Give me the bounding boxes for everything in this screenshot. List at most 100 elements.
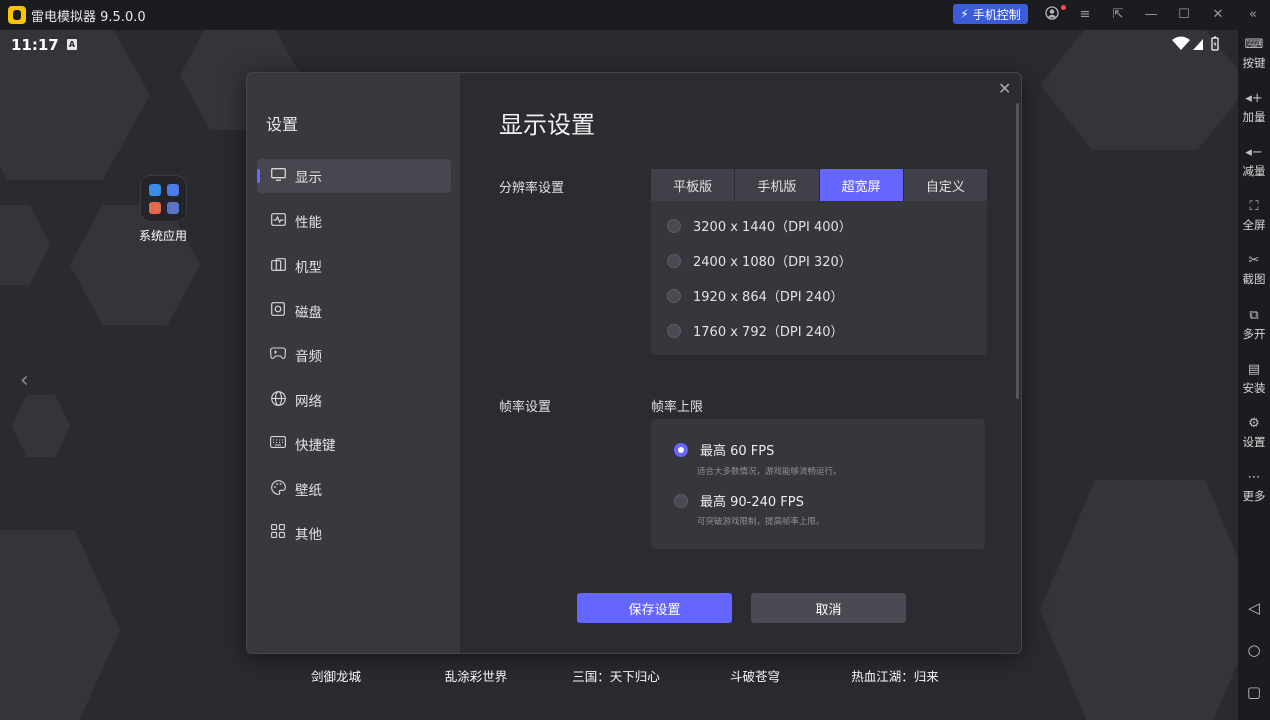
radio-button[interactable] — [667, 323, 681, 338]
fps-option-60[interactable]: 最高 60 FPS — [674, 440, 774, 459]
tab-ultrawide[interactable]: 超宽屏 — [819, 169, 904, 201]
keyboard-icon — [269, 436, 287, 452]
app-title: 雷电模拟器 9.5.0.0 — [31, 10, 146, 25]
nav-item-other[interactable]: 其他 — [257, 516, 451, 550]
install-apk-button[interactable]: ▤ 安装 — [1238, 361, 1270, 396]
performance-icon — [269, 212, 287, 230]
collapse-sidebar-icon[interactable]: « — [1244, 6, 1262, 24]
fps-option-90-240[interactable]: 最高 90-240 FPS — [674, 491, 804, 510]
scrollbar[interactable] — [1016, 103, 1019, 399]
keymapping-button[interactable]: ⌨ 按键 — [1238, 36, 1270, 71]
multi-instance-button[interactable]: ⧉ 多开 — [1238, 307, 1270, 342]
fps-option-title: 最高 90-240 FPS — [700, 495, 804, 510]
radio-button[interactable] — [667, 288, 681, 303]
nav-label: 显示 — [295, 170, 322, 186]
maximize-icon[interactable]: ☐ — [1175, 6, 1193, 24]
game-label[interactable]: 乱涂彩世界 — [416, 666, 536, 685]
signal-icon — [1193, 39, 1203, 50]
fullscreen-button[interactable]: ⛶ 全屏 — [1238, 198, 1270, 233]
recents-nav-icon[interactable]: ▢ — [1244, 682, 1264, 702]
close-dialog-icon[interactable]: ✕ — [998, 79, 1011, 98]
palette-icon — [269, 479, 287, 499]
cancel-button[interactable]: 取消 — [751, 593, 906, 623]
nav-label: 音频 — [295, 349, 322, 365]
volume-up-button[interactable]: ◂+ 加量 — [1238, 90, 1270, 125]
disk-icon — [269, 302, 287, 320]
resolution-option-label: 1760 x 792（DPI 240） — [693, 325, 844, 340]
resolution-option[interactable]: 1920 x 864（DPI 240） — [667, 286, 843, 305]
nav-item-wallpaper[interactable]: 壁纸 — [257, 472, 451, 506]
chevron-left-icon[interactable]: ‹ — [20, 368, 29, 393]
restore-window-icon[interactable]: ⇱ — [1109, 6, 1127, 24]
device-icon — [269, 257, 287, 275]
game-label[interactable]: 热血江湖：归来 — [835, 666, 955, 685]
background-hexagon — [0, 530, 120, 720]
lightning-icon: ⚡ — [960, 7, 969, 21]
tab-tablet[interactable]: 平板版 — [651, 169, 736, 201]
clock: 11:17 — [11, 36, 59, 54]
nav-label: 其他 — [295, 527, 322, 543]
game-label[interactable]: 斗破苍穹 — [695, 666, 815, 685]
nav-label: 壁纸 — [295, 483, 322, 499]
resolution-option[interactable]: 3200 x 1440（DPI 400） — [667, 216, 852, 235]
settings-button[interactable]: ⚙ 设置 — [1238, 415, 1270, 450]
resolution-option[interactable]: 2400 x 1080（DPI 320） — [667, 251, 852, 270]
nav-item-display[interactable]: 显示 — [257, 159, 451, 193]
radio-button[interactable] — [667, 253, 681, 268]
monitor-icon — [269, 167, 287, 185]
system-apps-folder[interactable] — [140, 175, 187, 222]
more-button[interactable]: ⋯ 更多 — [1238, 469, 1270, 504]
browser-app-icon — [167, 184, 179, 196]
nav-item-disk[interactable]: 磁盘 — [257, 294, 451, 328]
nav-label: 性能 — [295, 215, 322, 231]
settings-nav-panel: 设置 显示 性能 机型 磁盘 音频 网络 快捷键 壁纸 其他 — [247, 73, 460, 653]
tab-custom[interactable]: 自定义 — [903, 169, 987, 201]
nav-item-device[interactable]: 机型 — [257, 249, 451, 283]
phone-control-button[interactable]: ⚡ 手机控制 — [953, 4, 1028, 24]
dialog-title: 设置 — [266, 115, 299, 134]
framerate-cap-label: 帧率上限 — [651, 400, 704, 415]
fps-option-description: 可突破游戏限制，提高帧率上限。 — [697, 517, 825, 527]
user-account-icon[interactable] — [1043, 6, 1061, 24]
multi-window-icon: ⧉ — [1249, 308, 1259, 323]
screenshot-button[interactable]: ✂ 截图 — [1238, 252, 1270, 287]
android-status-bar: 11:17 A — [0, 30, 1238, 60]
game-label[interactable]: 三国：天下归心 — [556, 666, 676, 685]
back-nav-icon[interactable]: ◁ — [1244, 598, 1264, 618]
nav-label: 网络 — [295, 394, 322, 410]
background-hexagon — [0, 205, 50, 285]
resolution-option[interactable]: 1760 x 792（DPI 240） — [667, 321, 843, 340]
game-label[interactable]: 剑御龙城 — [276, 666, 396, 685]
resolution-option-label: 2400 x 1080（DPI 320） — [693, 255, 852, 270]
scissors-icon: ✂ — [1248, 253, 1260, 268]
home-nav-icon[interactable]: ○ — [1244, 640, 1264, 660]
framerate-options-panel: 最高 60 FPS 适合大多数情况，游戏能够流畅运行。 最高 90-240 FP… — [651, 419, 985, 549]
close-icon[interactable]: ✕ — [1209, 6, 1227, 24]
page-heading: 显示设置 — [499, 111, 595, 139]
resolution-tabs: 平板版 手机版 超宽屏 自定义 — [651, 169, 987, 201]
wifi-icon — [1172, 36, 1190, 50]
resolution-label: 分辨率设置 — [499, 181, 565, 196]
minimize-icon[interactable]: — — [1142, 6, 1160, 24]
keyboard-icon: ⌨ — [1244, 37, 1264, 52]
nav-item-audio[interactable]: 音频 — [257, 338, 451, 372]
tab-phone[interactable]: 手机版 — [735, 169, 820, 201]
nav-item-hotkeys[interactable]: 快捷键 — [257, 427, 451, 461]
volume-down-button[interactable]: ◂− 减量 — [1238, 144, 1270, 179]
grid-icon — [269, 524, 287, 542]
ldplayer-logo-icon — [8, 6, 26, 24]
nav-label: 机型 — [295, 260, 322, 276]
fullscreen-icon: ⛶ — [1249, 199, 1259, 214]
gamepad-icon — [269, 347, 287, 363]
radio-button[interactable] — [674, 493, 688, 508]
resolution-option-label: 1920 x 864（DPI 240） — [693, 290, 844, 305]
radio-button[interactable] — [667, 218, 681, 233]
nav-item-network[interactable]: 网络 — [257, 383, 451, 417]
fps-option-description: 适合大多数情况，游戏能够流畅运行。 — [697, 467, 842, 477]
radio-button-selected[interactable] — [674, 442, 688, 457]
menu-icon[interactable]: ≡ — [1076, 6, 1094, 24]
more-dots-icon: ⋯ — [1247, 470, 1261, 485]
nav-item-performance[interactable]: 性能 — [257, 204, 451, 238]
save-settings-button[interactable]: 保存设置 — [577, 593, 732, 623]
system-icons — [1172, 35, 1224, 53]
